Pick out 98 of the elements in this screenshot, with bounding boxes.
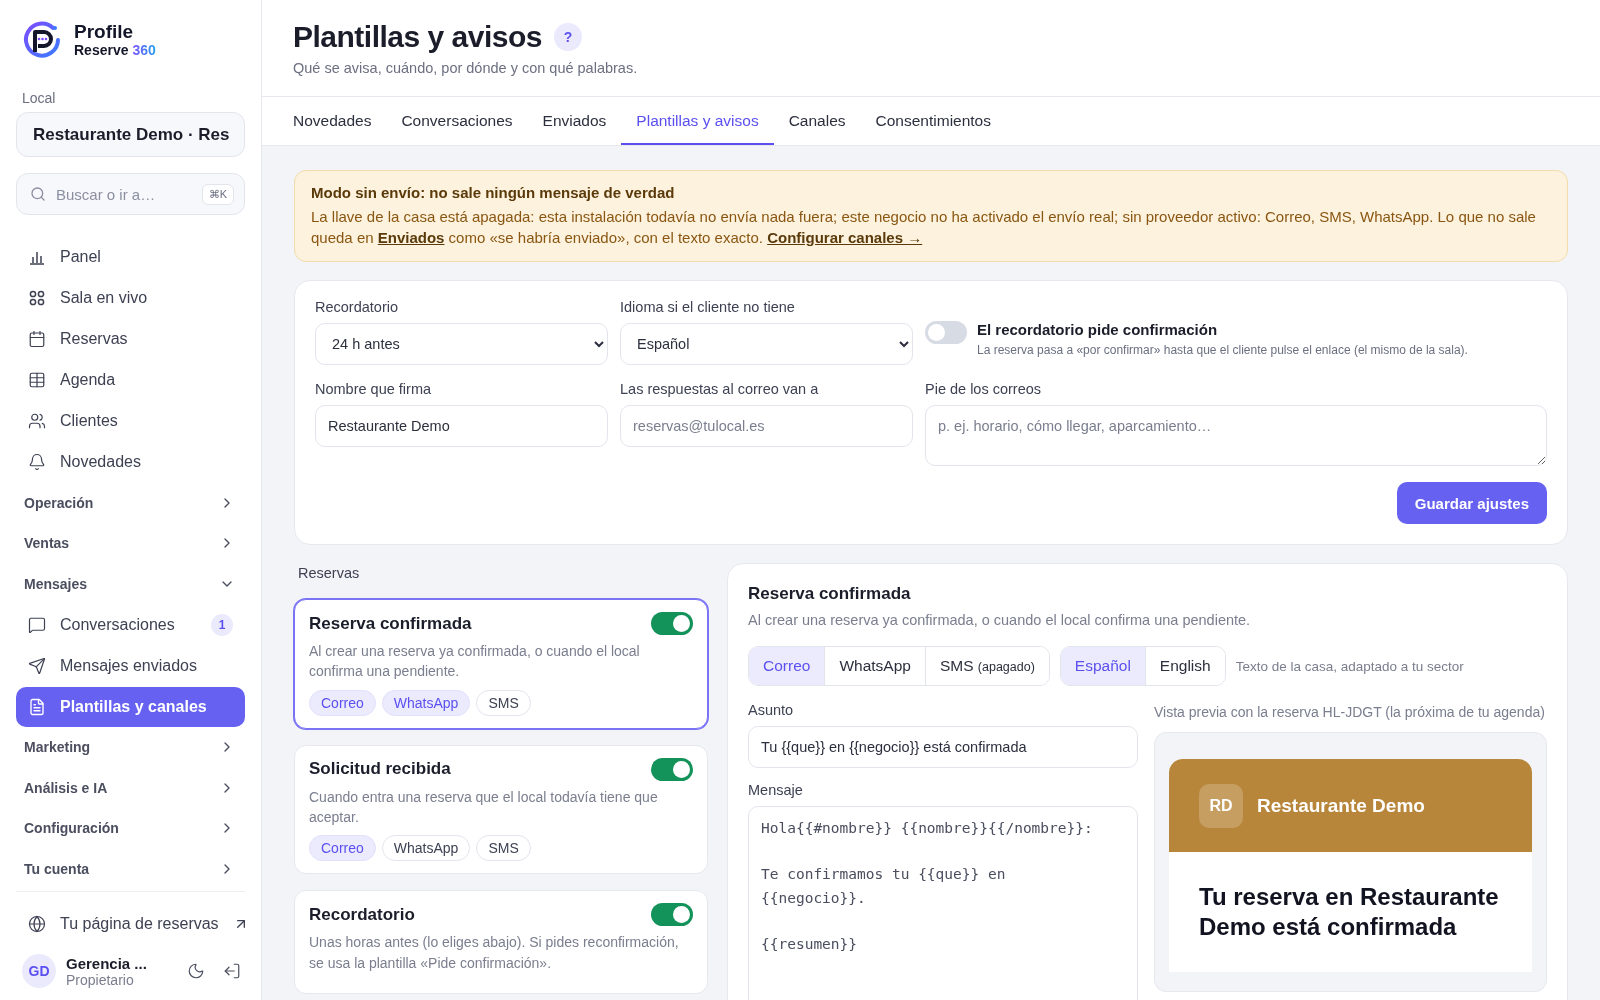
business-name: Restaurante Demo [1257, 794, 1425, 817]
calendar-icon [28, 330, 46, 348]
sidebar-group[interactable]: Análisis e IA [16, 768, 245, 808]
tab[interactable]: Novedades [278, 97, 387, 145]
link[interactable]: Configurar canales → [767, 229, 923, 246]
editor-description: Al crear una reserva ya confirmada, o cuando el local confirma una pendiente. [748, 612, 1252, 628]
tab[interactable]: Enviados [527, 97, 622, 145]
banner-text: La llave de la casa está apagada: esta instalación todavía no envía nada fuera; este negocio no ha activado el envío real; sin proveedor activo: Correo, SMS, WhatsApp. Lo que no sale queda en Enviados como «se habría enviado», con el texto exacto. Configurar canales → [311, 207, 1537, 248]
users-icon [28, 412, 46, 430]
email-heading: Tu reserva en Restaurante Demo está confirmada [1198, 882, 1500, 943]
globe-icon [28, 915, 46, 933]
message-field[interactable]: Hola{{#nombre}} {{nombre}}{{/nombre}}: Te confirmamos tu {{que}} en {{negocio}}. {{resumen}} [748, 806, 1138, 1000]
toggle-switch[interactable] [651, 903, 693, 927]
template-title: Recordatorio [309, 904, 415, 925]
template-description: Al crear una reserva ya confirmada, o cuando el local confirma una pendiente. [309, 642, 641, 682]
template-description: Unas horas antes (lo eliges abajo). Si pides reconfirmación, se usa la plantilla «Pide confirmación». [309, 933, 680, 973]
user-role: Propietario [66, 971, 135, 988]
chat-icon [28, 615, 46, 634]
banner-title: Modo sin envío: no sale ningún mensaje de verdad [311, 184, 676, 201]
booking-page-link[interactable]: Tu página de reservas [16, 904, 245, 944]
sidebar-item[interactable]: Sala en vivo [16, 278, 245, 318]
user-avatar: GD [22, 954, 56, 988]
channel-chip: Correo [309, 835, 376, 862]
sidebar-group[interactable]: Ventas [16, 523, 245, 563]
sidebar-item[interactable]: Clientes [16, 401, 245, 441]
channel-chip: SMS [476, 835, 531, 862]
brand-name: Profile [74, 21, 135, 43]
channel-chip: WhatsApp [381, 835, 471, 862]
channel-chip: Correo [309, 689, 376, 716]
page-title: Plantillas y avisos [293, 20, 542, 54]
toggle-switch[interactable] [651, 757, 693, 781]
template-description: Cuando entra una reserva que el local todavía tiene que aceptar. [309, 787, 659, 828]
field-label: Nombre que firma [315, 381, 433, 397]
sidebar-item[interactable]: Novedades [16, 442, 245, 482]
signer-input[interactable]: Restaurante Demo [315, 405, 608, 447]
local-select[interactable]: Restaurante Demo · Res [16, 112, 245, 157]
sidebar-item[interactable]: Panel [16, 237, 245, 277]
tab[interactable]: Conversaciones [386, 97, 528, 145]
field-label: Mensaje [748, 782, 804, 798]
template-title: Solicitud recibida [309, 759, 451, 780]
page-subtitle: Qué se avisa, cuándo, por dónde y con qué palabras. [293, 60, 639, 76]
language-tab[interactable]: Español [1060, 647, 1146, 685]
field-label: Asunto [748, 702, 795, 718]
brand-subtitle: Reserve 360 [74, 42, 156, 59]
section-label: Reservas [297, 564, 361, 583]
local-label: Local [22, 90, 57, 106]
search-placeholder: Buscar o ir a… [56, 185, 156, 203]
sidebar-item[interactable]: Conversaciones 1 [16, 604, 245, 645]
field-label: Las respuestas al correo van a [620, 381, 820, 397]
toggle-switch[interactable] [925, 321, 967, 345]
link[interactable]: Enviados [377, 229, 445, 246]
send-icon [28, 656, 46, 675]
field-label: Recordatorio [315, 299, 399, 315]
footer-textarea[interactable]: p. ej. horario, cómo llegar, aparcamiento… [925, 405, 1547, 466]
template-title: Reserva confirmada [309, 613, 472, 634]
bell-icon [28, 453, 46, 471]
tab[interactable]: Plantillas y avisos [621, 97, 774, 145]
channel-chip: SMS [476, 689, 531, 716]
sidebar-group[interactable]: Configuración [16, 808, 245, 848]
template-card[interactable]: Reserva confirmada Al crear una reserva ya confirmada, o cuando el local confirma una pendiente. Correo WhatsApp SMS [294, 599, 708, 729]
sidebar-item[interactable]: Reservas [16, 319, 245, 359]
sidebar-group[interactable]: Tu cuenta [16, 849, 245, 889]
document-icon [28, 697, 46, 716]
template-card[interactable]: Solicitud recibida Cuando entra una reserva que el local todavía tiene que aceptar. Correo WhatsApp SMS [294, 744, 708, 875]
preview-caption: Vista previa con la reserva HL-JDGT (la próxima de tu agenda) [1154, 703, 1546, 722]
search-icon [30, 186, 46, 202]
hint-text: Texto de la casa, adaptado a tu sector [1235, 658, 1464, 674]
search-field[interactable]: Buscar o ir a… ⌘K [16, 173, 245, 215]
toggle-hint: La reserva pasa a «por confirmar» hasta que el cliente pulse el enlace (el mismo de la sala). [977, 343, 1468, 357]
tab[interactable]: Consentimientos [860, 97, 1006, 145]
channel-chip: WhatsApp [381, 689, 471, 716]
user-name: Gerencia ... [66, 954, 148, 972]
sidebar-item[interactable]: Mensajes enviados [16, 645, 245, 686]
subject-input[interactable]: Tu {{que}} en {{negocio}} está confirmada [748, 726, 1138, 768]
tab[interactable]: Canales [773, 97, 861, 145]
editor-title: Reserva confirmada [748, 584, 912, 604]
logo-icon [22, 20, 62, 60]
toggle-switch[interactable] [651, 612, 693, 636]
language-select[interactable]: Español [620, 323, 913, 365]
reminder-select[interactable]: 24 h antes [315, 323, 608, 365]
sidebar-group[interactable]: Mensajes [16, 564, 245, 604]
sidebar-item[interactable]: Plantillas y canales [16, 686, 245, 727]
sidebar-group[interactable]: Operación [16, 483, 245, 523]
field-label: Idioma si el cliente no tiene [620, 299, 796, 315]
grid-icon [28, 289, 46, 307]
field-label: Pie de los correos [925, 381, 1043, 397]
save-button[interactable]: Guardar ajustes [1396, 482, 1547, 524]
template-card[interactable]: Recordatorio Unas horas antes (lo eliges abajo). Si pides reconfirmación, se usa la plantilla «Pide confirmación». [294, 890, 708, 995]
count-badge: 1 [211, 613, 233, 636]
table-icon [28, 371, 46, 389]
toggle-label: El recordatorio pide confirmación [977, 321, 1219, 338]
reply-to-input[interactable]: reservas@tulocal.es [620, 405, 913, 447]
shortcut-key: ⌘K [201, 183, 234, 205]
business-avatar: RD [1199, 783, 1243, 828]
help-button[interactable]: ? [554, 23, 582, 51]
channel-tab[interactable]: Correo [749, 647, 826, 685]
sidebar-item[interactable]: Agenda [16, 360, 245, 400]
sidebar-group[interactable]: Marketing [16, 727, 245, 767]
